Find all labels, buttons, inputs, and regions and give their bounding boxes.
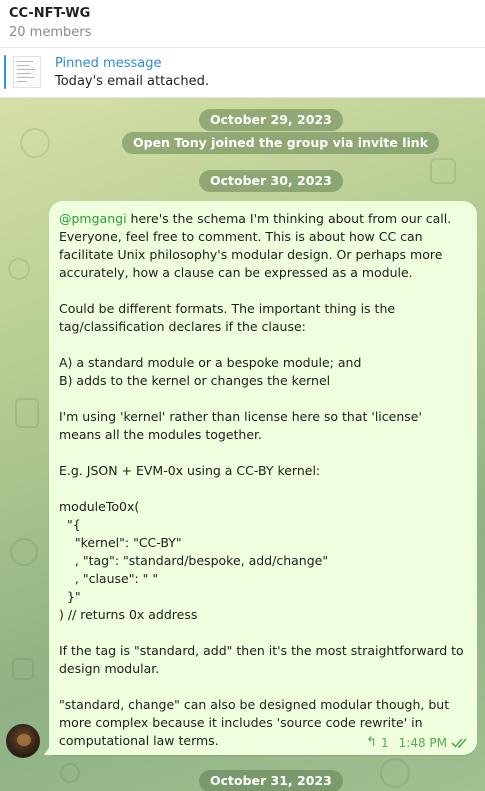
chat-area[interactable]: October 29, 2023 Open Tony joined the gr… [0, 98, 485, 791]
message-bubble[interactable]: @pmgangi here's the schema I'm thinking … [49, 201, 477, 755]
message-meta: ↰ 1 1:48 PM [366, 735, 469, 751]
group-title: CC-NFT-WG [9, 6, 91, 21]
user-mention[interactable]: @pmgangi [59, 211, 127, 226]
message-paragraph: @pmgangi here's the schema I'm thinking … [59, 211, 452, 280]
message-time: 1:48 PM [398, 736, 447, 750]
message-paragraph: I'm using 'kernel' rather than license h… [59, 409, 422, 442]
date-separator: October 31, 2023 [199, 770, 343, 791]
pinned-label: Pinned message [55, 56, 162, 71]
date-separator: October 29, 2023 [199, 109, 343, 131]
double-check-icon [451, 738, 467, 748]
reply-arrow-icon[interactable]: ↰ [366, 735, 377, 751]
message-paragraph: If the tag is "standard, add" then it's … [59, 643, 464, 676]
chat-header[interactable]: CC-NFT-WG 20 members [0, 0, 485, 48]
message-paragraph: Could be different formats. The importan… [59, 301, 396, 334]
code-block: moduleTo0x( "{ "kernel": "CC-BY" , "tag"… [59, 499, 329, 622]
service-message: Open Tony joined the group via invite li… [122, 132, 440, 154]
bubble-tail [44, 743, 52, 755]
message-paragraph: E.g. JSON + EVM-0x using a CC-BY kernel: [59, 463, 321, 478]
message-paragraph: A) a standard module or a bespoke module… [59, 355, 362, 388]
pinned-message-bar[interactable]: Pinned message Today's email attached. [0, 48, 485, 98]
pinned-text: Today's email attached. [55, 74, 209, 89]
member-count: 20 members [9, 25, 92, 40]
date-separator: October 30, 2023 [199, 170, 343, 192]
reply-count[interactable]: 1 [381, 735, 389, 751]
avatar[interactable] [6, 724, 40, 758]
document-thumbnail [13, 56, 41, 88]
pinned-indicator [4, 55, 6, 89]
